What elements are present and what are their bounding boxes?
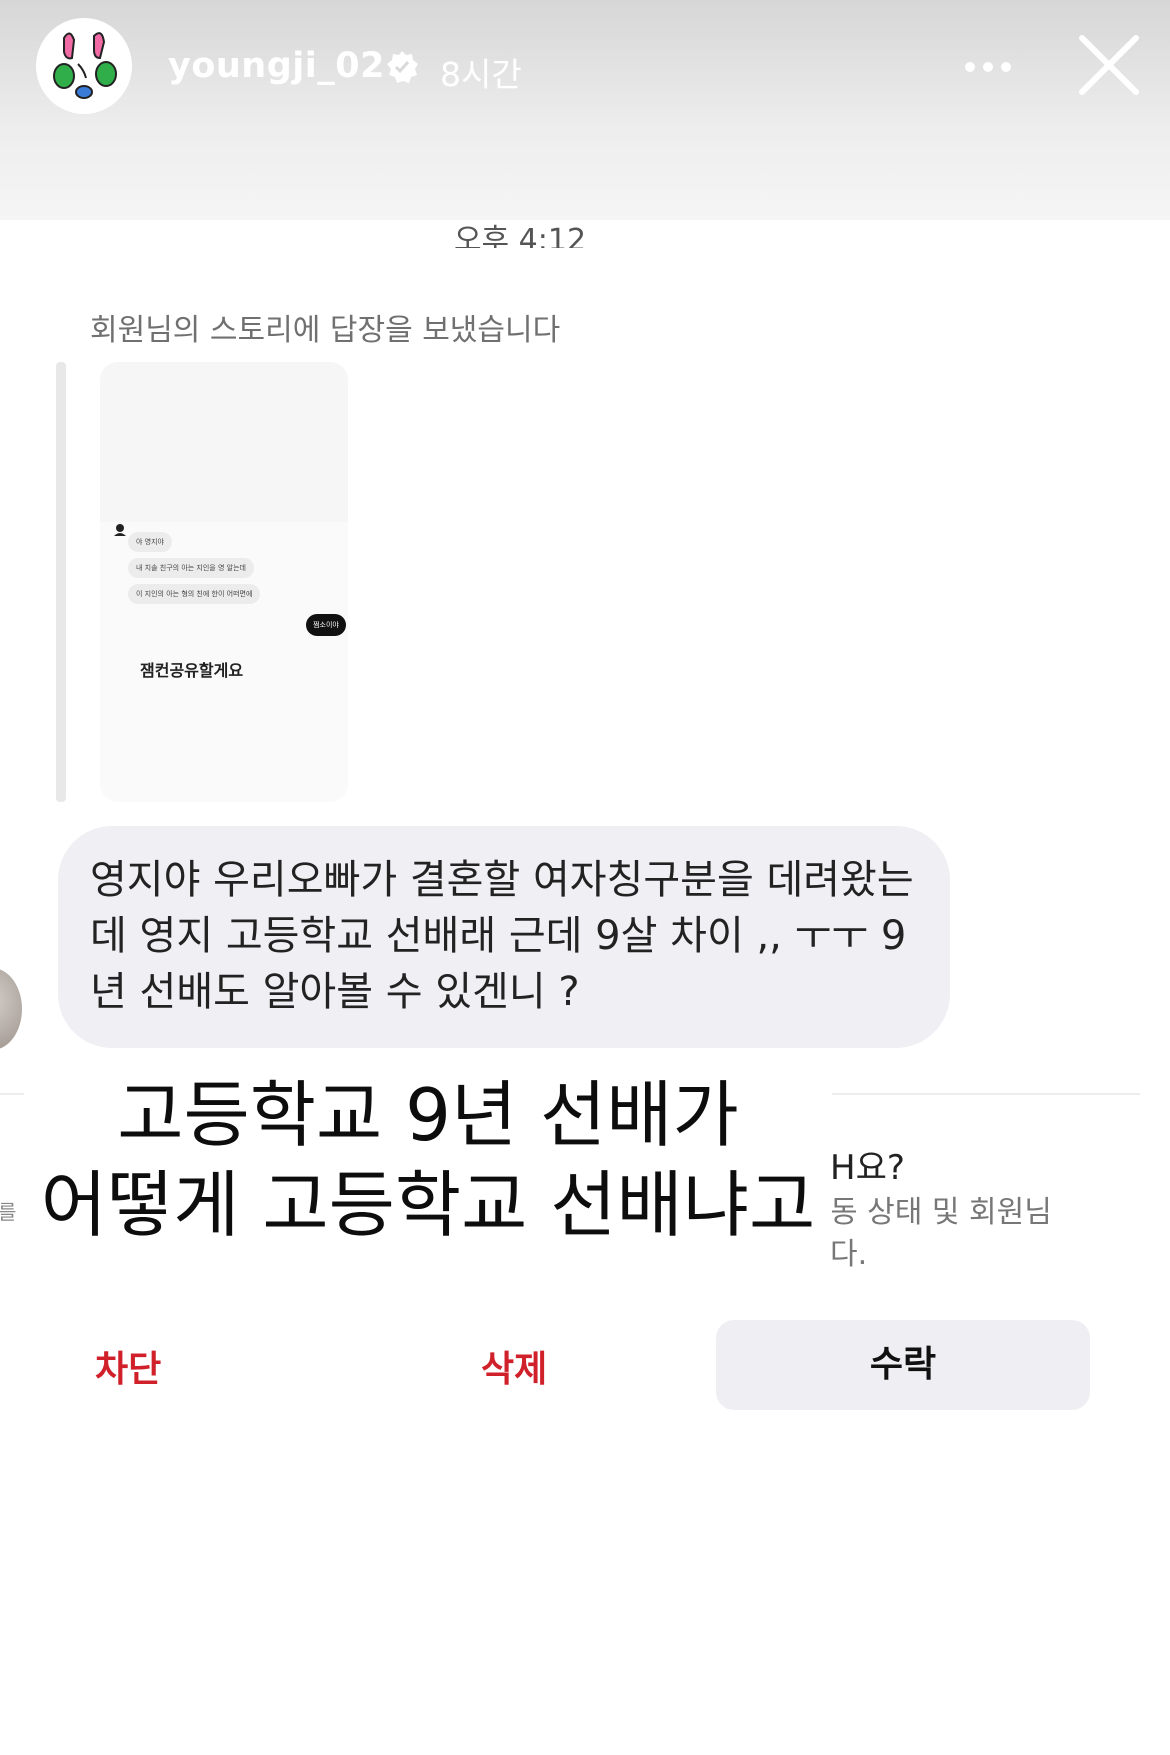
story-text-overlay: 고등학교 9년 선배가 어떻게 고등학교 선배냐고 [24,1070,832,1272]
thumbnail-sent-bubble: 쩜소이야 [306,614,346,636]
username[interactable]: youngji_02 [168,46,385,86]
story-time-ago: 8시간 [440,55,522,94]
profile-avatar[interactable] [36,18,132,114]
more-options-icon[interactable] [962,52,1014,82]
request-description: 동 상태 및 회원님 다. [830,1192,1052,1276]
verified-badge-icon [387,51,418,83]
overlay-line: 고등학교 9년 선배가 [117,1073,739,1157]
message-bubble: 영지야 우리오빠가 결혼할 여자칭구분을 데려왔는데 영지 고등학교 선배래 근… [58,826,950,1048]
request-description-line: 동 상태 및 회원님 [830,1195,1052,1230]
story-reply-label: 회원님의 스토리에 답장을 보냈습니다 [90,313,561,348]
character-drawing [37,19,131,113]
thumbnail-bubble: 내 치솔 친구의 아는 지인을 영 알는데 [128,558,254,578]
message-timestamp: 오후 4:12 [453,223,587,248]
thumbnail-bubble: 이 지인의 아는 형의 친에 한이 어떠면에 [128,584,261,604]
thumbnail-bubble: 야 영지야 [128,532,172,552]
story-thumbnail[interactable]: 야 영지야 내 치솔 친구의 아는 지인을 영 알는데 이 지인의 아는 형의 … [100,362,348,802]
mini-avatar-icon [114,524,126,536]
close-icon[interactable] [1078,34,1140,96]
request-text-fragment-left: 를 [0,1200,17,1224]
message-text: 영지야 우리오빠가 결혼할 여자칭구분을 데려왔는데 영지 고등학교 선배래 근… [90,857,914,1015]
delete-button[interactable]: 삭제 [481,1340,547,1392]
request-question: H요? [830,1148,905,1188]
block-button[interactable]: 차단 [95,1340,161,1392]
request-description-line: 다. [830,1237,868,1272]
story-header: youngji_02 8시간 [0,0,1170,220]
thumbnail-caption: 잼컨공유할게요 [140,661,244,680]
overlay-line: 어떻게 고등학교 선배냐고 [40,1163,816,1247]
accept-button[interactable]: 수락 [716,1320,1090,1410]
thumbnail-top-area [100,362,348,522]
quote-bar [56,362,66,802]
